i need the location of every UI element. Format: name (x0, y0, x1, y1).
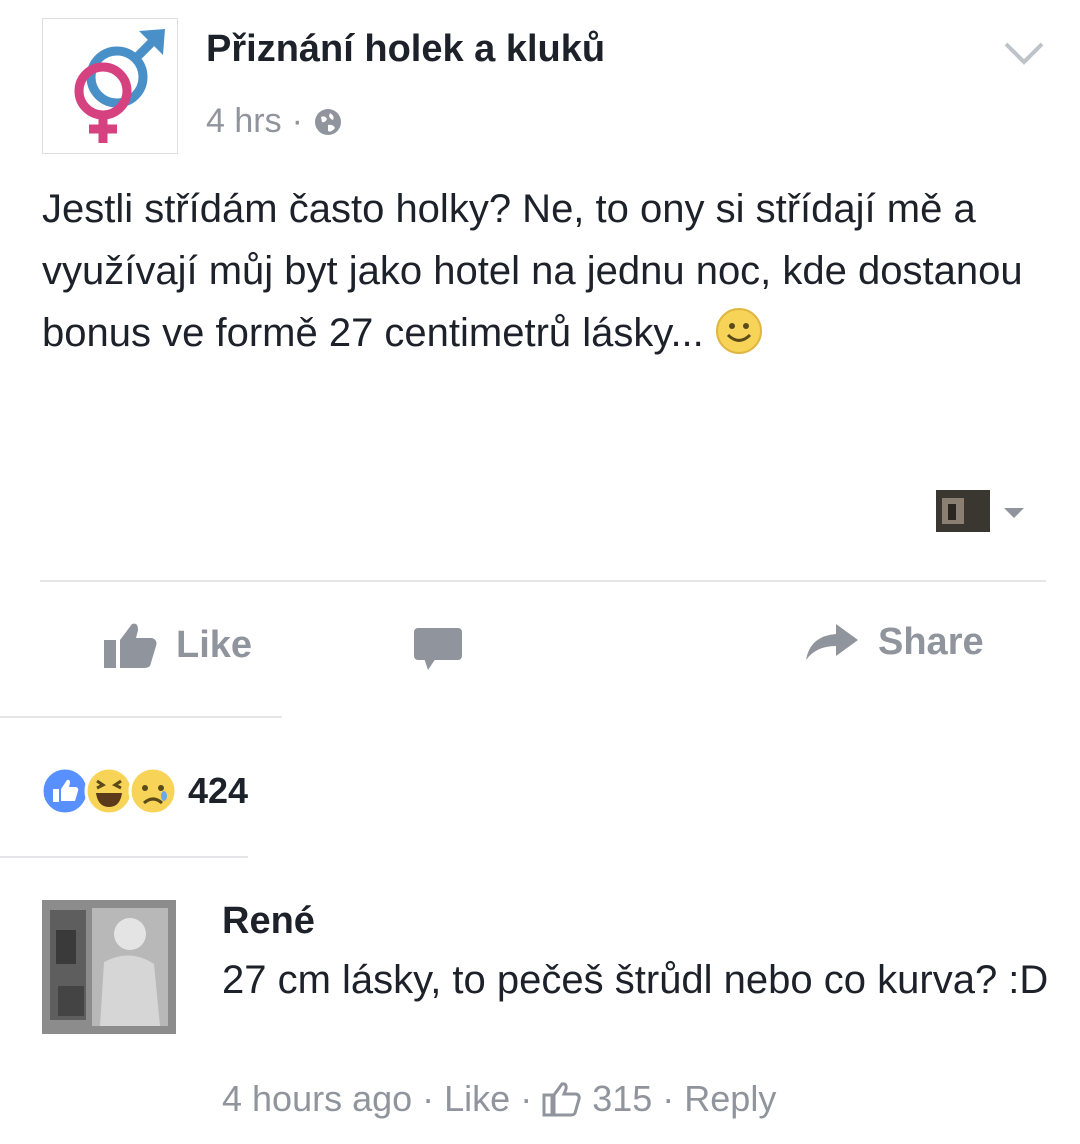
comment-separator-1: · (422, 1078, 435, 1119)
gender-symbol-icon (74, 29, 165, 143)
comment-like-thumb-icon (542, 1082, 581, 1117)
post-body: Jestli střídám často holky? Ne, to ony s… (42, 178, 1042, 364)
chevron-down-icon[interactable] (1000, 36, 1048, 70)
post-meta: 4 hrs · (206, 102, 343, 141)
sad-reaction-icon (128, 766, 178, 816)
share-arrow-icon (806, 624, 858, 660)
comment-like-count[interactable]: 315 (592, 1078, 652, 1120)
like-reaction-icon (40, 766, 90, 816)
comment-separator-2: · (520, 1078, 533, 1119)
comment-author[interactable]: René (222, 900, 315, 943)
thumbs-up-icon (104, 623, 157, 668)
share-label: Share (878, 620, 984, 663)
reaction-count: 424 (188, 770, 249, 811)
comment-text: 27 cm lásky, to pečeš štrůdl nebo co kur… (222, 958, 1049, 1002)
comment-icon (414, 628, 462, 670)
post-text: Jestli střídám často holky? Ne, to ony s… (42, 187, 1023, 355)
comment-reply-link[interactable]: Reply (684, 1078, 776, 1120)
commenter-avatar[interactable] (42, 900, 176, 1034)
page-name[interactable]: Přiznání holek a kluků (206, 28, 605, 71)
comment-button[interactable] (412, 626, 482, 674)
reactions-divider (0, 856, 248, 858)
post-audience-selector[interactable] (934, 488, 1030, 534)
post-divider (40, 580, 1046, 582)
like-button[interactable]: Like (102, 620, 252, 670)
haha-reaction-icon (84, 766, 134, 816)
post-time[interactable]: 4 hrs (206, 102, 282, 141)
reactions-summary[interactable]: 424 (40, 766, 248, 816)
comment-separator-3: · (662, 1078, 675, 1119)
comment-like-link[interactable]: Like (444, 1078, 510, 1120)
globe-icon (314, 108, 341, 135)
share-button[interactable]: Share (804, 620, 984, 664)
comment-meta: 4 hours ago · Like · 315 · Reply (222, 1078, 776, 1120)
page-avatar[interactable] (42, 18, 178, 154)
commenter-photo-icon (42, 900, 176, 1034)
user-thumbnail-icon (936, 490, 1024, 532)
smiley-icon (715, 308, 762, 354)
like-label: Like (176, 623, 253, 666)
comment-time[interactable]: 4 hours ago (222, 1078, 412, 1120)
actions-divider (0, 716, 282, 718)
meta-separator: · (291, 102, 303, 140)
